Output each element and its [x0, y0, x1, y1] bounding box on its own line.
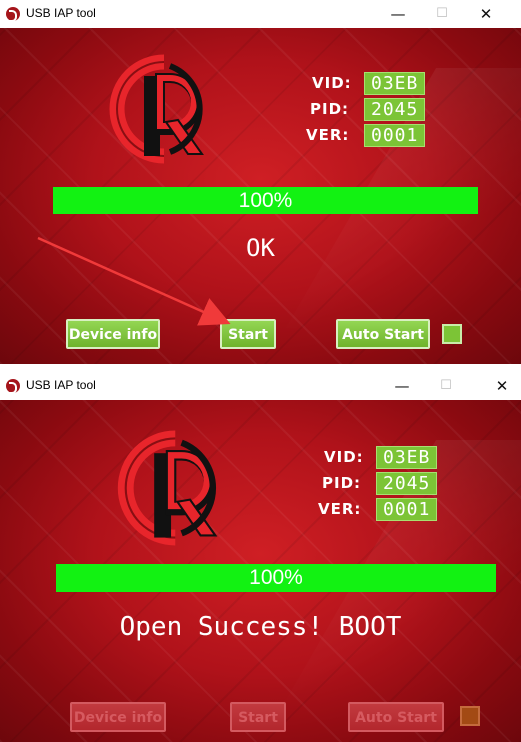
ver-label: VER:: [306, 126, 350, 144]
device-info-button[interactable]: Device info: [66, 319, 160, 349]
close-icon[interactable]: ✕: [480, 374, 521, 398]
status-text: OK: [246, 234, 275, 262]
progress-text: 100%: [238, 189, 293, 212]
title-bar: USB IAP tool — ☐ ✕: [0, 0, 521, 28]
ver-value: 0001: [376, 498, 438, 521]
iap-window-1: USB IAP tool — ☐ ✕ VID: 03EB PID: 2045 V…: [0, 0, 521, 368]
auto-start-button[interactable]: Auto Start: [336, 319, 430, 349]
maximize-icon[interactable]: ☐: [420, 2, 464, 26]
crd-logo: [112, 430, 228, 546]
status-text: Open Success! BOOT: [119, 612, 402, 642]
main-panel: VID: 03EB PID: 2045 VER: 0001 100% Open …: [0, 400, 521, 742]
minimize-icon[interactable]: —: [376, 2, 420, 26]
pid-value: 2045: [364, 98, 426, 121]
progress-bar: 100%: [56, 564, 496, 592]
vid-value: 03EB: [364, 72, 426, 95]
maximize-icon[interactable]: ☐: [424, 374, 468, 398]
pid-label: PID:: [310, 100, 350, 118]
vid-label: VID:: [324, 448, 364, 466]
ver-value: 0001: [364, 124, 426, 147]
ver-label: VER:: [318, 500, 362, 518]
start-button[interactable]: Start: [230, 702, 286, 732]
device-info-button[interactable]: Device info: [70, 702, 166, 732]
pid-label: PID:: [322, 474, 362, 492]
main-panel: VID: 03EB PID: 2045 VER: 0001 100% OK De…: [0, 28, 521, 364]
auto-start-checkbox[interactable]: [442, 324, 462, 344]
title-bar: USB IAP tool — ☐ ✕: [0, 372, 521, 400]
close-icon[interactable]: ✕: [464, 2, 508, 26]
pid-value: 2045: [376, 472, 438, 495]
app-logo-icon: [6, 7, 20, 22]
vid-value: 03EB: [376, 446, 438, 469]
start-button[interactable]: Start: [220, 319, 276, 349]
progress-text: 100%: [249, 566, 303, 589]
window-title: USB IAP tool: [26, 6, 96, 20]
progress-bar: 100%: [53, 187, 478, 214]
auto-start-checkbox[interactable]: [460, 706, 480, 726]
auto-start-button[interactable]: Auto Start: [348, 702, 444, 732]
app-logo-icon: [6, 379, 20, 394]
vid-label: VID:: [312, 74, 352, 92]
iap-window-2: USB IAP tool — ☐ ✕ VID: 03EB PID: 2045 V…: [0, 372, 521, 742]
crd-logo: [104, 54, 214, 164]
window-title: USB IAP tool: [26, 378, 96, 392]
minimize-icon[interactable]: —: [380, 374, 424, 398]
